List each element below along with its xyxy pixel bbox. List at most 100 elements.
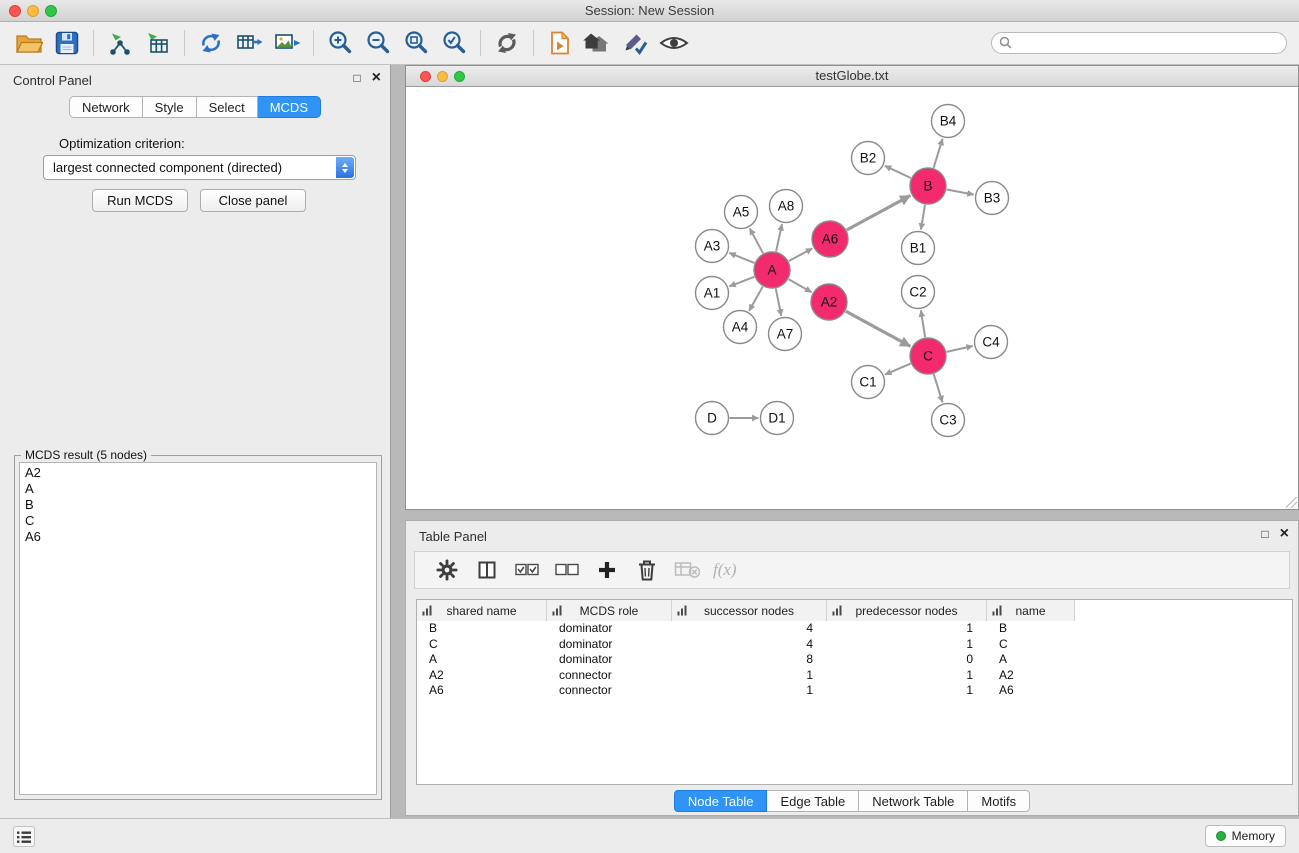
graph-edge-A6-B[interactable]	[847, 196, 911, 231]
resize-grip[interactable]	[1286, 497, 1297, 508]
graph-edge-A-A7[interactable]	[776, 289, 782, 316]
tab-node-table[interactable]: Node Table	[674, 790, 768, 812]
graph-edge-B-B2[interactable]	[885, 166, 911, 178]
home-networks-icon[interactable]	[580, 25, 616, 61]
cell-MCDS-role[interactable]: dominator	[547, 637, 672, 653]
graph-node-A8[interactable]: A8	[770, 190, 803, 223]
cell-successor-nodes[interactable]: 4	[672, 621, 827, 637]
table-row[interactable]: Bdominator41B	[417, 621, 1292, 637]
show-columns-icon[interactable]	[471, 554, 503, 586]
memory-button[interactable]: Memory	[1205, 825, 1286, 847]
graph-edge-A-A8[interactable]	[776, 224, 782, 251]
zoom-fit-icon[interactable]	[398, 25, 434, 61]
cell-predecessor-nodes[interactable]: 1	[827, 683, 987, 699]
graph-node-A2[interactable]: A2	[811, 284, 847, 320]
graph-node-A4[interactable]: A4	[724, 311, 757, 344]
optimization-criterion-dropdown[interactable]: largest connected component (directed)	[43, 155, 356, 180]
result-item[interactable]: A2	[25, 465, 371, 481]
tab-edge-table[interactable]: Edge Table	[767, 790, 859, 812]
network-canvas[interactable]: B4B2BB3A5A8A6A3B1AC2A1A2A4A7C4CC1DD1C3	[406, 87, 1298, 509]
tab-select[interactable]: Select	[197, 96, 258, 118]
column-header-successor-nodes[interactable]: successor nodes	[672, 600, 827, 621]
dropdown-stepper-icon[interactable]	[336, 157, 354, 178]
search-input[interactable]	[991, 32, 1287, 54]
cell-shared-name[interactable]: C	[417, 637, 547, 653]
cell-predecessor-nodes[interactable]: 1	[827, 668, 987, 684]
zoom-out-icon[interactable]	[360, 25, 396, 61]
graph-node-B[interactable]: B	[910, 168, 946, 204]
cell-successor-nodes[interactable]: 4	[672, 637, 827, 653]
graph-edge-C-C2[interactable]	[921, 310, 925, 337]
import-table-icon[interactable]	[140, 25, 176, 61]
document-export-icon[interactable]	[542, 25, 578, 61]
graph-node-B2[interactable]: B2	[852, 142, 885, 175]
graph-node-B1[interactable]: B1	[902, 232, 935, 265]
show-details-eye-icon[interactable]	[656, 25, 692, 61]
cell-shared-name[interactable]: A6	[417, 683, 547, 699]
tab-network[interactable]: Network	[69, 96, 143, 118]
result-item[interactable]: A	[25, 481, 371, 497]
cell-successor-nodes[interactable]: 1	[672, 668, 827, 684]
graph-node-A1[interactable]: A1	[696, 277, 729, 310]
save-session-icon[interactable]	[49, 25, 85, 61]
table-row[interactable]: Cdominator41C	[417, 637, 1292, 653]
result-item[interactable]: C	[25, 513, 371, 529]
cell-name[interactable]: C	[987, 637, 1075, 653]
cell-MCDS-role[interactable]: dominator	[547, 652, 672, 668]
cell-shared-name[interactable]: A2	[417, 668, 547, 684]
add-column-plus-icon[interactable]	[591, 554, 623, 586]
cell-MCDS-role[interactable]: dominator	[547, 621, 672, 637]
delete-column-trash-icon[interactable]	[631, 554, 663, 586]
export-table-icon[interactable]	[231, 25, 267, 61]
graph-edge-B-B4[interactable]	[934, 139, 943, 168]
table-panel-float-icon[interactable]: □	[1261, 527, 1268, 541]
graph-edge-C-C3[interactable]	[934, 374, 943, 402]
open-session-icon[interactable]	[11, 25, 47, 61]
graph-node-D[interactable]: D	[696, 402, 729, 435]
graph-edge-A-A4[interactable]	[749, 287, 763, 311]
network-close-button[interactable]	[420, 71, 431, 82]
graph-node-C1[interactable]: C1	[852, 366, 885, 399]
table-row[interactable]: A2connector11A2	[417, 668, 1292, 684]
graph-edge-C-C4[interactable]	[947, 346, 973, 352]
table-panel-close-icon[interactable]: ×	[1280, 527, 1289, 541]
select-all-icon[interactable]	[511, 554, 543, 586]
graph-edge-A-A5[interactable]	[750, 228, 763, 253]
network-minimize-button[interactable]	[437, 71, 448, 82]
graph-node-A3[interactable]: A3	[696, 230, 729, 263]
graph-node-B4[interactable]: B4	[932, 105, 965, 138]
graph-node-D1[interactable]: D1	[761, 402, 794, 435]
cell-predecessor-nodes[interactable]: 0	[827, 652, 987, 668]
graph-node-C2[interactable]: C2	[902, 276, 935, 309]
column-header-name[interactable]: name	[987, 600, 1075, 621]
result-item[interactable]: A6	[25, 529, 371, 545]
graph-edge-A-A1[interactable]	[729, 277, 754, 287]
table-row[interactable]: A6connector11A6	[417, 683, 1292, 699]
cell-MCDS-role[interactable]: connector	[547, 683, 672, 699]
graph-edge-B-B3[interactable]	[947, 190, 974, 195]
control-panel-float-icon[interactable]: □	[353, 71, 360, 85]
graph-node-C[interactable]: C	[910, 338, 946, 374]
cell-name[interactable]: B	[987, 621, 1075, 637]
graph-node-C3[interactable]: C3	[932, 404, 965, 437]
graph-edge-C-C1[interactable]	[885, 364, 911, 375]
cell-name[interactable]: A	[987, 652, 1075, 668]
export-network-icon[interactable]	[193, 25, 229, 61]
graph-edge-A2-C[interactable]	[846, 311, 911, 346]
graph-edge-A-A2[interactable]	[789, 279, 812, 292]
run-mcds-button[interactable]: Run MCDS	[92, 189, 188, 212]
cell-shared-name[interactable]: A	[417, 652, 547, 668]
import-network-icon[interactable]	[102, 25, 138, 61]
result-item[interactable]: B	[25, 497, 371, 513]
cell-predecessor-nodes[interactable]: 1	[827, 637, 987, 653]
tab-network-table[interactable]: Network Table	[859, 790, 968, 812]
task-history-icon[interactable]	[13, 826, 35, 847]
table-row[interactable]: Adominator80A	[417, 652, 1292, 668]
graph-edge-A-A6[interactable]	[789, 248, 813, 261]
control-panel-close-icon[interactable]: ×	[372, 71, 381, 85]
graph-edge-A-A3[interactable]	[729, 253, 754, 263]
graph-edge-B-B1[interactable]	[921, 205, 925, 230]
graph-node-A[interactable]: A	[754, 252, 790, 288]
tab-style[interactable]: Style	[143, 96, 197, 118]
tab-motifs[interactable]: Motifs	[968, 790, 1030, 812]
